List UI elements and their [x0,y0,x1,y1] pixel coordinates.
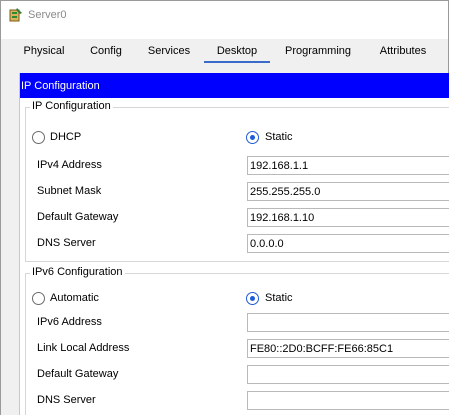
panel-title: IP Configuration [20,73,449,98]
link-local-address-label: Link Local Address [37,342,130,354]
subnet-mask-label: Subnet Mask [37,185,102,197]
tab-attributes[interactable]: Attributes [375,45,431,63]
ipv4-group: IP Configuration DHCP Static IPv4 Addres… [25,100,449,262]
tab-services[interactable]: Services [145,45,193,63]
dhcp-radio[interactable] [32,131,45,144]
ipv4-static-radio-label[interactable]: Static [265,131,293,143]
ipv4-address-input[interactable] [247,156,449,175]
ipv6-address-label: IPv6 Address [37,316,102,328]
ipv6-address-input[interactable] [247,313,449,332]
tab-config[interactable]: Config [87,45,125,63]
tab-bar: Physical Config Services Desktop Program… [1,39,448,65]
ipv6-dns-server-label: DNS Server [37,394,96,406]
ipv4-dns-server-input[interactable] [247,234,449,253]
ipv4-dns-server-label: DNS Server [37,237,96,249]
window-title: Server0 [28,9,67,21]
ipv4-default-gateway-input[interactable] [247,208,449,227]
subnet-mask-input[interactable] [247,182,449,201]
automatic-radio[interactable] [32,292,45,305]
ipv4-default-gateway-label: Default Gateway [37,211,119,223]
ipv6-dns-server-input[interactable] [247,391,449,410]
tab-physical[interactable]: Physical [21,45,67,63]
ipv6-default-gateway-label: Default Gateway [37,368,119,380]
ip-configuration-panel: IP Configuration IP Configuration DHCP S… [19,73,449,415]
ipv4-mode-row: DHCP Static [26,130,446,146]
ipv6-group-title: IPv6 Configuration [30,266,125,278]
ipv6-default-gateway-input[interactable] [247,365,449,384]
ipv4-address-label: IPv4 Address [37,159,102,171]
dhcp-radio-label[interactable]: DHCP [50,131,81,143]
ipv6-static-radio[interactable] [246,292,259,305]
automatic-radio-label[interactable]: Automatic [50,292,99,304]
tab-desktop[interactable]: Desktop [204,45,270,63]
ipv6-group: IPv6 Configuration Automatic Static IPv6… [25,266,449,415]
server-window: Server0 Physical Config Services Desktop… [0,0,449,415]
ipv4-group-title: IP Configuration [30,100,113,112]
link-local-address-input[interactable] [247,339,449,358]
tab-programming[interactable]: Programming [281,45,355,63]
server-app-icon [8,7,24,23]
ipv4-static-radio[interactable] [246,131,259,144]
desktop-content: IP Configuration IP Configuration DHCP S… [1,65,449,415]
title-bar: Server0 [1,1,448,31]
ipv6-static-radio-label[interactable]: Static [265,292,293,304]
ipv6-mode-row: Automatic Static [26,291,446,307]
